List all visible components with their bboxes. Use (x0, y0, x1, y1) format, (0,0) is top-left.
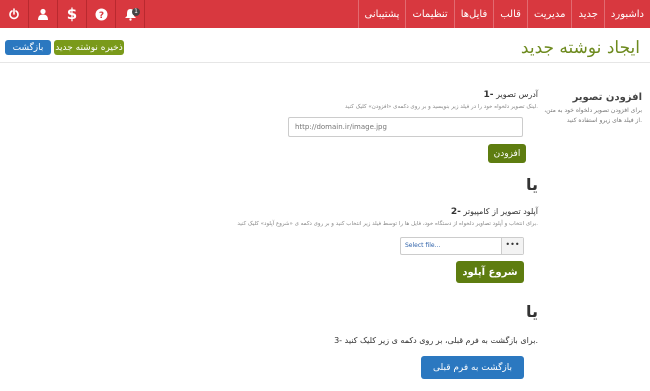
notification-badge: 1 (132, 8, 140, 16)
bell-icon[interactable]: 1 (116, 0, 145, 28)
file-input-placeholder: Select file... (405, 242, 441, 249)
section-title-text: آدرس تصویر (496, 90, 538, 99)
save-post-button[interactable]: ذخیره نوشته جدید (54, 40, 124, 55)
section-return-text: 3- برای بازگشت به فرم قبلی، بر روی دکمه … (334, 336, 538, 345)
add-button[interactable]: افزودن (488, 144, 526, 163)
browse-button[interactable]: ••• (501, 238, 523, 254)
menu-item-support[interactable]: پشتیبانی (357, 0, 406, 28)
back-button[interactable]: بازگشت (5, 40, 51, 55)
or-separator: یا (525, 175, 538, 194)
menu-item-dashboard[interactable]: داشبورد (603, 0, 650, 28)
section-return: 3- برای بازگشت به فرم قبلی، بر روی دکمه … (118, 336, 538, 345)
section-description: برای انتخاب و آپلود تصاویر دلخواه از دست… (237, 221, 538, 227)
section-number: 2- (450, 207, 461, 217)
menu-item-files[interactable]: فایل‌ها (453, 0, 494, 28)
file-input[interactable]: Select file... ••• (400, 237, 524, 255)
back-to-previous-form-button[interactable]: بازگشت به فرم قبلی (421, 356, 524, 379)
menu-item-theme[interactable]: قالب (493, 0, 527, 28)
page-title: ایجاد نوشته جدید (520, 38, 640, 58)
power-icon[interactable] (0, 0, 29, 28)
help-title: افزودن تصویر (572, 92, 642, 103)
section-description: لینک تصویر دلخواه خود را در فیلد زیر بنو… (345, 104, 538, 110)
section-upload: 2- آپلود تصویر از کامپیوتر برای انتخاب و… (118, 207, 538, 227)
top-navbar: $ ? 1 داشبورد جدید مدیریت قالب فایل‌ها ت… (0, 0, 650, 28)
section-title: 2- آپلود تصویر از کامپیوتر (118, 207, 538, 217)
start-upload-button[interactable]: شروع آپلود (456, 261, 524, 283)
menu-item-manage[interactable]: مدیریت (526, 0, 572, 28)
help-text: برای افزودن تصویر دلخواه خود به متن، از … (544, 107, 642, 124)
menu-item-settings[interactable]: تنظیمات (405, 0, 453, 28)
topbar-icons: $ ? 1 (0, 0, 145, 28)
dollar-icon[interactable]: $ (58, 0, 87, 28)
section-number: 1- (483, 90, 494, 100)
user-icon[interactable] (29, 0, 58, 28)
or-separator: یا (525, 302, 538, 321)
menu-item-new[interactable]: جدید (571, 0, 603, 28)
svg-text:?: ? (98, 11, 103, 21)
section-title-text: آپلود تصویر از کامپیوتر (463, 207, 538, 216)
section-title: 1- آدرس تصویر (118, 90, 538, 100)
divider (0, 62, 650, 63)
section-image-url: 1- آدرس تصویر لینک تصویر دلخواه خود را د… (118, 90, 538, 110)
main-menu: داشبورد جدید مدیریت قالب فایل‌ها تنظیمات… (357, 0, 650, 28)
help-icon[interactable]: ? (87, 0, 116, 28)
image-url-input[interactable] (288, 117, 523, 137)
